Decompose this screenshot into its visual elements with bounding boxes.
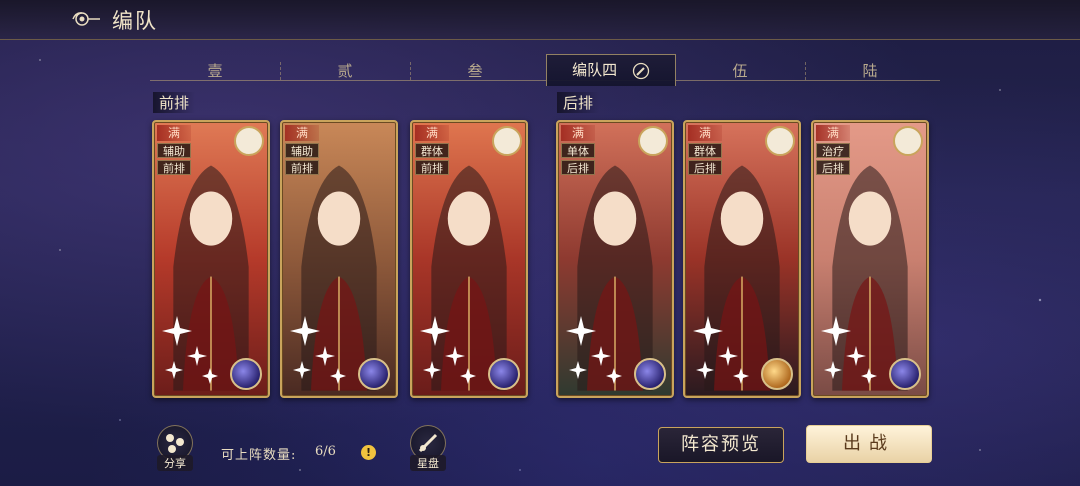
- edit-pencil-icon[interactable]: [632, 62, 650, 80]
- star-chart-label: 星盘: [410, 455, 446, 471]
- character-card[interactable]: 满 辅助 前排: [152, 120, 270, 398]
- lineup-preview-button[interactable]: 阵容预览: [658, 427, 784, 463]
- role-tag: 辅助: [285, 143, 319, 158]
- purple-moon-orb-icon: [889, 358, 921, 390]
- full-level-badge: 满: [157, 125, 191, 141]
- tab-4-active[interactable]: 编队四: [546, 54, 676, 86]
- tab-1[interactable]: 壹: [150, 58, 280, 84]
- gold-sun-orb-icon: [761, 358, 793, 390]
- position-tag: 前排: [285, 160, 319, 175]
- card-tags: 满 辅助 前排: [157, 125, 191, 175]
- character-card[interactable]: 满 单体 后排: [556, 120, 674, 398]
- purple-moon-orb-icon: [358, 358, 390, 390]
- character-card[interactable]: 满 群体 后排: [683, 120, 801, 398]
- star-sparkle-icon: [693, 316, 749, 384]
- star-sparkle-icon: [420, 316, 476, 384]
- front-row-label: 前排: [153, 92, 196, 113]
- scorpion-icon: [765, 126, 795, 156]
- position-tag: 后排: [688, 160, 722, 175]
- full-level-badge: 满: [561, 125, 595, 141]
- teal-dragon-icon: [492, 126, 522, 156]
- card-tags: 满 辅助 前排: [285, 125, 319, 175]
- position-tag: 前排: [415, 160, 449, 175]
- blue-dragon-icon: [638, 126, 668, 156]
- star-sparkle-icon: [290, 316, 346, 384]
- tab-6[interactable]: 陆: [805, 58, 935, 84]
- deploy-count-label: 可上阵数量:: [221, 448, 297, 463]
- role-tag: 群体: [688, 143, 722, 158]
- role-tag: 单体: [561, 143, 595, 158]
- card-tags: 满 单体 后排: [561, 125, 595, 175]
- info-icon[interactable]: !: [361, 445, 376, 460]
- top-header: 编队: [0, 0, 1080, 40]
- star-sparkle-icon: [162, 316, 218, 384]
- white-bird-icon: [893, 126, 923, 156]
- full-level-badge: 满: [816, 125, 850, 141]
- page-title: 编队: [112, 9, 158, 33]
- position-tag: 后排: [561, 160, 595, 175]
- full-level-badge: 满: [285, 125, 319, 141]
- deploy-count-value: 6/6: [315, 444, 336, 459]
- role-tag: 辅助: [157, 143, 191, 158]
- character-card[interactable]: 满 群体 前排: [410, 120, 528, 398]
- card-tags: 满 群体 后排: [688, 125, 722, 175]
- purple-swirl-orb-icon: [230, 358, 262, 390]
- full-level-badge: 满: [688, 125, 722, 141]
- full-level-badge: 满: [415, 125, 449, 141]
- tab-5[interactable]: 伍: [675, 58, 805, 84]
- role-tag: 群体: [415, 143, 449, 158]
- purple-moon-orb-icon: [488, 358, 520, 390]
- star-sparkle-icon: [821, 316, 877, 384]
- tab-4-label: 编队四: [572, 61, 618, 79]
- character-card[interactable]: 满 治疗 后排: [811, 120, 929, 398]
- star-sparkle-icon: [566, 316, 622, 384]
- purple-moon-orb-icon: [634, 358, 666, 390]
- tab-2[interactable]: 贰: [280, 58, 410, 84]
- back-row-label: 后排: [557, 92, 600, 113]
- red-bird-icon: [234, 126, 264, 156]
- character-card[interactable]: 满 辅助 前排: [280, 120, 398, 398]
- battle-button[interactable]: 出战: [806, 425, 932, 463]
- position-tag: 后排: [816, 160, 850, 175]
- cloud-scroll-back-icon[interactable]: [70, 8, 104, 30]
- tab-3[interactable]: 叁: [410, 58, 540, 84]
- share-label: 分享: [157, 455, 193, 471]
- role-tag: 治疗: [816, 143, 850, 158]
- card-tags: 满 群体 前排: [415, 125, 449, 175]
- card-tags: 满 治疗 后排: [816, 125, 850, 175]
- position-tag: 前排: [157, 160, 191, 175]
